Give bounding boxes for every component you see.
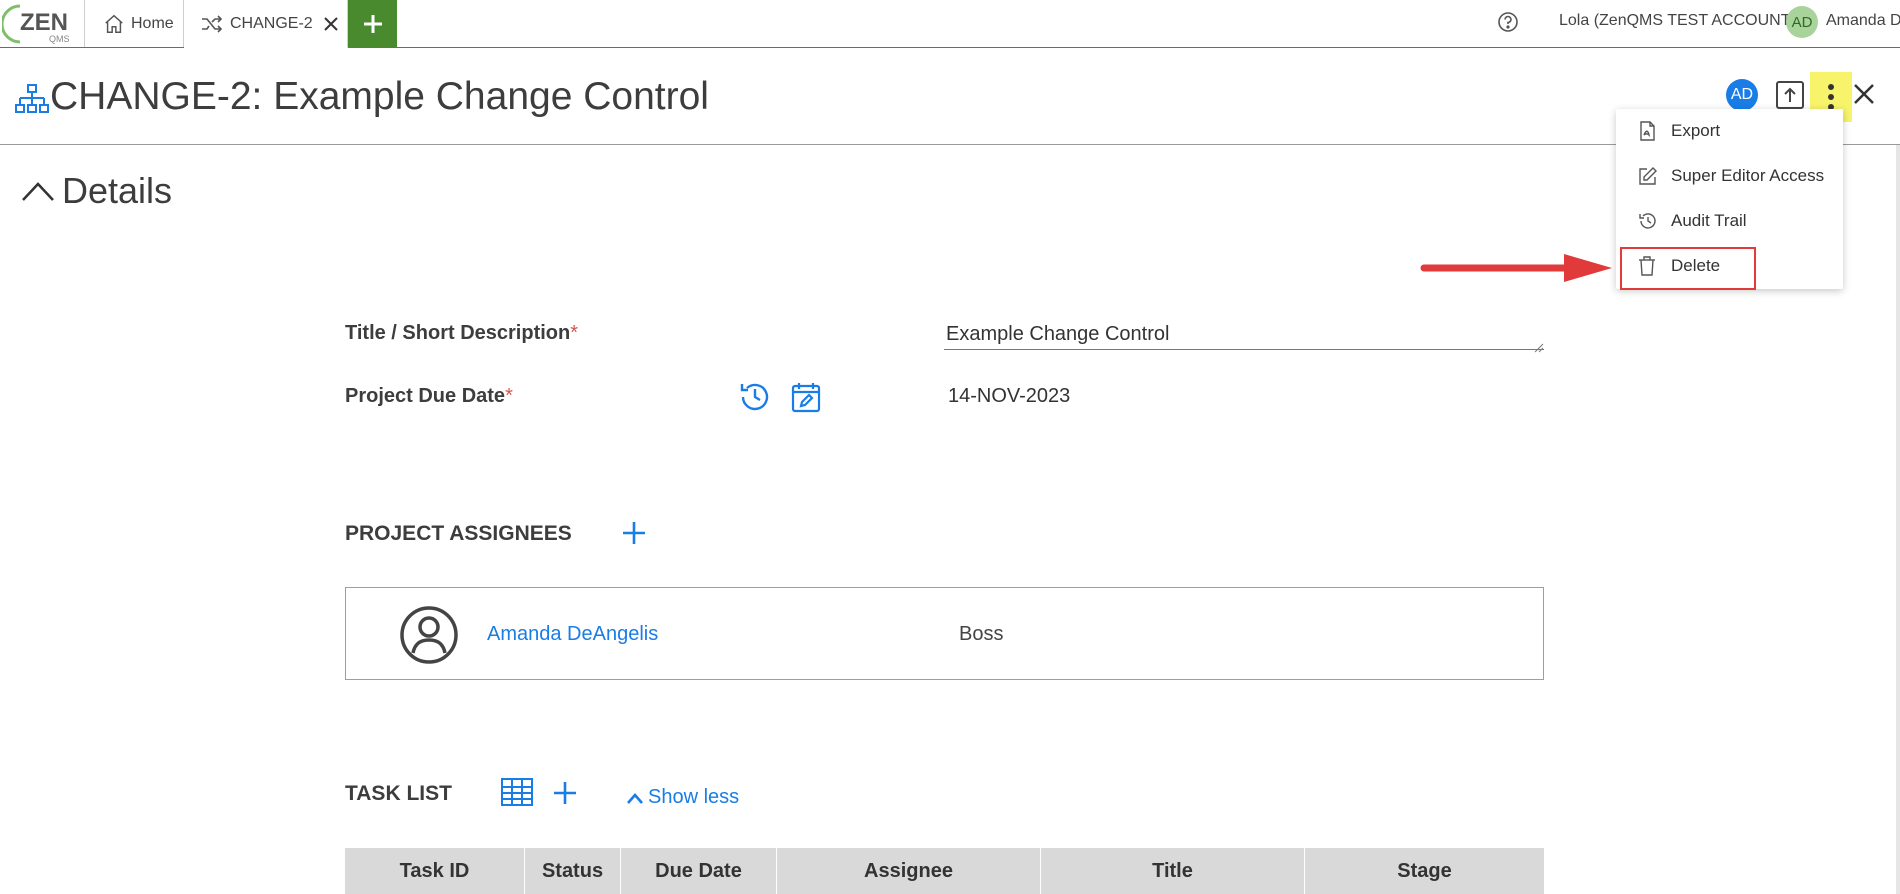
details-section-toggle[interactable]: Details — [20, 170, 172, 212]
header-divider — [0, 144, 1900, 145]
tab-change-2-label: CHANGE-2 — [230, 14, 313, 32]
add-assignee-icon[interactable] — [621, 520, 647, 551]
assignee-role: Boss — [959, 623, 1004, 645]
scrollbar[interactable] — [1896, 145, 1900, 894]
close-tab-icon[interactable] — [323, 16, 339, 32]
kebab-icon — [1828, 84, 1834, 110]
due-date-label-text: Project Due Date — [345, 385, 506, 407]
chevron-up-icon — [627, 792, 643, 804]
title-input[interactable] — [944, 320, 1544, 350]
menu-item-audit-trail-label: Audit Trail — [1671, 211, 1747, 230]
due-date-field-label: Project Due Date* — [345, 385, 513, 408]
column-header[interactable]: Task ID — [345, 848, 525, 894]
edit-icon — [1638, 166, 1658, 191]
resize-handle-icon[interactable] — [1534, 340, 1544, 358]
delete-highlight-box — [1620, 247, 1756, 290]
column-header[interactable]: Stage — [1305, 848, 1544, 894]
assignee-name-link[interactable]: Amanda DeAngelis — [487, 623, 658, 646]
top-bar: ZEN QMS Home CHANGE-2 Lola (ZenQMS TEST … — [0, 0, 1900, 48]
table-view-icon[interactable] — [500, 777, 534, 812]
logo-subtext: QMS — [49, 34, 70, 44]
tab-home[interactable]: Home — [84, 0, 184, 47]
plus-icon — [363, 14, 382, 33]
required-mark: * — [570, 322, 579, 344]
column-header[interactable]: Assignee — [777, 848, 1041, 894]
logo-text: ZEN — [20, 9, 68, 36]
menu-item-super-editor-label: Super Editor Access — [1671, 166, 1825, 185]
tab-home-label: Home — [131, 14, 174, 32]
assignees-heading: PROJECT ASSIGNEES — [345, 522, 572, 545]
column-header[interactable]: Title — [1041, 848, 1305, 894]
user-circle-icon — [399, 605, 459, 670]
details-section-label: Details — [62, 170, 173, 211]
column-header[interactable]: Due Date — [621, 848, 777, 894]
org-chart-icon — [14, 83, 50, 120]
title-label-text: Title / Short Description — [345, 322, 571, 344]
history-icon — [1638, 211, 1658, 236]
home-icon — [103, 13, 125, 35]
chevron-up-icon — [22, 182, 54, 201]
account-label[interactable]: Lola (ZenQMS TEST ACCOUNT) — [1559, 12, 1796, 30]
column-header[interactable]: Status — [525, 848, 621, 894]
required-mark: * — [505, 385, 513, 407]
assignee-card: Amanda DeAngelis Boss — [345, 587, 1544, 680]
task-list-heading: TASK LIST — [345, 782, 452, 805]
add-tab-button[interactable] — [348, 0, 397, 47]
show-less-label: Show less — [648, 786, 740, 808]
user-name[interactable]: Amanda D — [1826, 12, 1900, 30]
help-icon[interactable] — [1497, 11, 1519, 38]
shuffle-icon — [200, 14, 224, 34]
menu-item-export[interactable]: Export — [1616, 109, 1843, 153]
title-field-label: Title / Short Description* — [345, 322, 578, 345]
tab-change-2[interactable]: CHANGE-2 — [184, 0, 348, 48]
pdf-file-icon — [1638, 121, 1656, 146]
menu-item-audit-trail[interactable]: Audit Trail — [1616, 199, 1843, 243]
annotation-arrow-icon — [1418, 250, 1614, 291]
page-title: CHANGE-2: Example Change Control — [50, 75, 709, 118]
calendar-edit-icon[interactable] — [791, 381, 821, 418]
zenqms-logo[interactable]: ZEN QMS — [0, 2, 80, 44]
due-date-history-icon[interactable] — [738, 380, 772, 419]
user-avatar[interactable]: AD — [1786, 6, 1818, 38]
close-icon — [1854, 84, 1874, 104]
upload-icon — [1784, 87, 1796, 102]
add-task-icon[interactable] — [552, 780, 578, 811]
assignee-avatar[interactable]: AD — [1726, 79, 1758, 111]
due-date-value[interactable]: 14-NOV-2023 — [948, 385, 1070, 408]
menu-item-super-editor-access[interactable]: Super Editor Access — [1616, 154, 1843, 198]
task-table-header: Task ID Status Due Date Assignee Title S… — [345, 848, 1544, 894]
close-document-button[interactable] — [1852, 82, 1876, 111]
show-less-toggle[interactable]: Show less — [626, 786, 739, 809]
menu-item-export-label: Export — [1671, 121, 1721, 140]
upload-button[interactable] — [1776, 81, 1804, 109]
